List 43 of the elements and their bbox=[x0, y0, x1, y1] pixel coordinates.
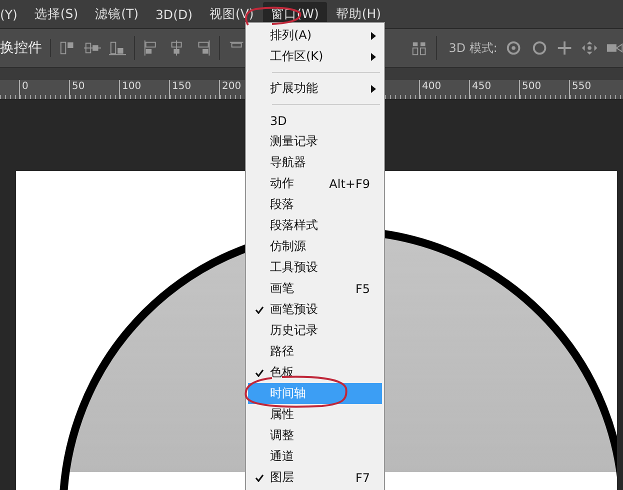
rotate-3d-icon[interactable] bbox=[505, 40, 523, 56]
ruler-label: 450 bbox=[469, 80, 519, 99]
menu-item[interactable]: 3D bbox=[248, 110, 382, 131]
menu-item[interactable]: 排列(A) bbox=[248, 25, 382, 46]
align-middle-icon[interactable] bbox=[84, 40, 102, 56]
shortcut-label: Alt+F9 bbox=[329, 176, 370, 190]
ruler-label: 500 bbox=[519, 80, 569, 99]
menu-bar-item[interactable]: (Y) bbox=[0, 2, 26, 26]
menu-item[interactable]: 调整 bbox=[248, 425, 382, 446]
menu-item[interactable]: 工具预设 bbox=[248, 257, 382, 278]
menu-bar-item[interactable]: 滤镜(T) bbox=[87, 2, 146, 26]
menu-item[interactable]: 图层 F7 bbox=[248, 467, 382, 488]
align-top-icon[interactable] bbox=[59, 40, 76, 56]
menu-item[interactable]: 通道 bbox=[248, 446, 382, 467]
ruler-label: 0 bbox=[19, 80, 69, 99]
shortcut-label: F7 bbox=[355, 470, 370, 484]
ruler-label: 400 bbox=[419, 80, 469, 99]
menu-item[interactable]: 画笔预设 bbox=[248, 299, 382, 320]
menu-item[interactable]: 仿制源 bbox=[248, 236, 382, 257]
ruler-label: 150 bbox=[169, 80, 219, 99]
ruler-label: 550 bbox=[569, 80, 619, 99]
transform-controls-label: 换控件 bbox=[0, 39, 51, 57]
menu-item[interactable]: 工作区(K) bbox=[248, 46, 382, 67]
distribute-columns-icon[interactable] bbox=[410, 40, 428, 56]
orbit-icon[interactable] bbox=[530, 40, 548, 56]
ruler-label: 50 bbox=[69, 80, 119, 99]
menu-bar-item[interactable]: 3D(D) bbox=[147, 2, 200, 26]
slide-icon[interactable] bbox=[580, 40, 598, 56]
align-bottom-icon[interactable] bbox=[109, 40, 126, 56]
menu-item[interactable]: 路径 bbox=[248, 341, 382, 362]
menu-item[interactable]: 历史记录 bbox=[248, 320, 382, 341]
pan-icon[interactable] bbox=[556, 40, 573, 56]
menu-item[interactable]: 段落 bbox=[248, 194, 382, 215]
menu-item[interactable]: 画笔 F5 bbox=[248, 278, 382, 299]
shortcut-label: F5 bbox=[355, 282, 370, 296]
menu-item[interactable]: 属性 bbox=[248, 404, 382, 425]
menu-bar-item[interactable]: 选择(S) bbox=[26, 2, 86, 26]
menu-item[interactable]: 导航器 bbox=[248, 152, 382, 173]
menu-item[interactable]: 测量记录 bbox=[248, 131, 382, 152]
ruler-label: 100 bbox=[119, 80, 169, 99]
menu-item[interactable]: 段落样式 bbox=[248, 215, 382, 236]
menu-item[interactable]: 动作 Alt+F9 bbox=[248, 173, 382, 194]
3d-mode-label: 3D 模式: bbox=[448, 40, 498, 56]
